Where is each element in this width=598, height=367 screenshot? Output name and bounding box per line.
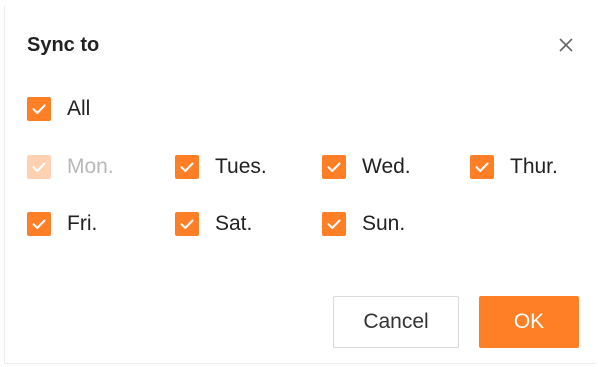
cancel-button[interactable]: Cancel: [333, 296, 459, 348]
checkbox-tues-box[interactable]: [175, 155, 199, 179]
dialog-title: Sync to: [27, 34, 100, 56]
checkbox-thur-box[interactable]: [470, 155, 494, 179]
checkmark-icon: [32, 219, 46, 229]
checkbox-thur[interactable]: Thur.: [470, 154, 558, 180]
checkbox-sat-box[interactable]: [175, 212, 199, 236]
checkmark-icon: [180, 219, 194, 229]
sync-dialog: Sync to All Mon. Tues. Wed. Thur. Fri. S…: [4, 6, 596, 364]
checkbox-sat[interactable]: Sat.: [175, 211, 252, 237]
checkbox-tues[interactable]: Tues.: [175, 154, 267, 180]
checkmark-icon: [180, 162, 194, 172]
checkbox-thur-label: Thur.: [510, 155, 558, 178]
checkbox-mon-box: [27, 155, 51, 179]
checkbox-sat-label: Sat.: [215, 212, 253, 235]
checkmark-icon: [475, 162, 489, 172]
checkbox-all[interactable]: All: [27, 96, 90, 122]
checkbox-wed-box[interactable]: [322, 155, 346, 179]
checkbox-fri-box[interactable]: [27, 212, 51, 236]
checkbox-mon-label: Mon.: [67, 155, 114, 178]
checkmark-icon: [327, 162, 341, 172]
checkbox-mon: Mon.: [27, 154, 114, 180]
checkmark-icon: [32, 104, 46, 114]
checkbox-wed[interactable]: Wed.: [322, 154, 411, 180]
close-icon[interactable]: [556, 35, 576, 55]
checkbox-fri[interactable]: Fri.: [27, 211, 97, 237]
checkbox-fri-label: Fri.: [67, 212, 98, 235]
checkbox-sun[interactable]: Sun.: [322, 211, 405, 237]
checkbox-all-label: All: [67, 97, 91, 120]
checkbox-tues-label: Tues.: [215, 155, 267, 178]
checkbox-all-box[interactable]: [27, 97, 51, 121]
checkmark-icon: [327, 219, 341, 229]
checkbox-sun-label: Sun.: [362, 212, 406, 235]
ok-button[interactable]: OK: [479, 296, 579, 348]
checkmark-icon: [32, 162, 46, 172]
checkbox-sun-box[interactable]: [322, 212, 346, 236]
checkbox-wed-label: Wed.: [362, 155, 411, 178]
